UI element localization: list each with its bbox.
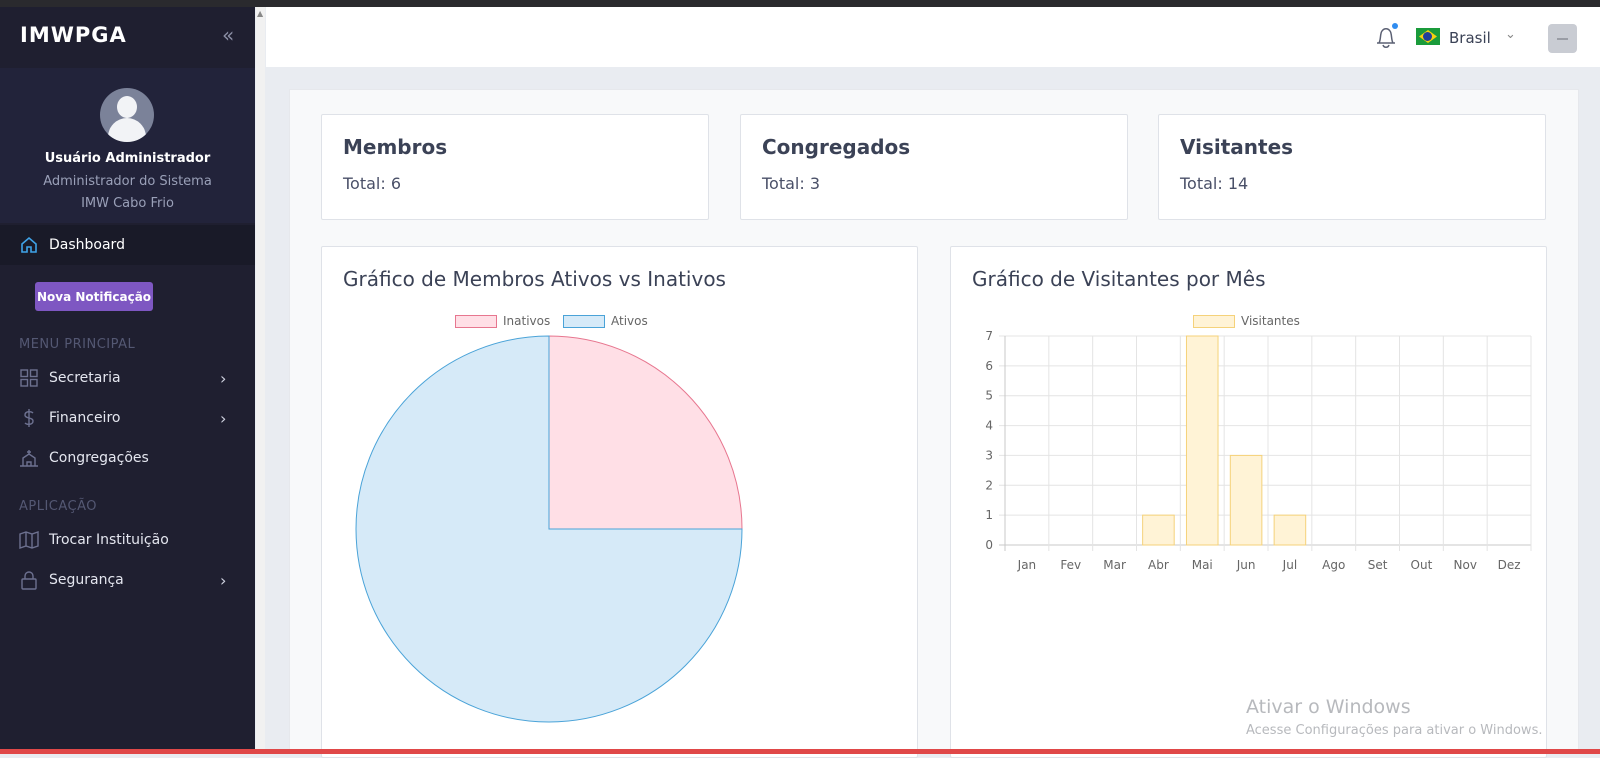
top-header: [266, 7, 1600, 67]
home-icon: [21, 236, 37, 253]
section-application: APLICAÇÃO: [19, 499, 98, 514]
sidebar-item-congregacoes[interactable]: Congregações: [0, 440, 255, 476]
stat-card-membros: Membros Total: 6: [321, 114, 709, 220]
scrollbar[interactable]: ▲: [256, 7, 265, 749]
x-tick-label: Dez: [1498, 558, 1521, 572]
notification-dot: [1392, 23, 1398, 29]
chart-title: Gráfico de Membros Ativos vs Inativos: [343, 267, 726, 291]
dollar-icon: [24, 409, 34, 427]
user-menu-button[interactable]: [1548, 24, 1577, 53]
x-tick-label: Abr: [1148, 558, 1169, 572]
sidebar-item-label: Segurança: [49, 572, 124, 588]
legend-label: Inativos: [503, 314, 551, 328]
card-total: Total: 14: [1180, 174, 1249, 193]
chevron-right-icon: ›: [220, 408, 227, 428]
main-content: Membros Total: 6 Congregados Total: 3 Vi…: [289, 89, 1579, 758]
x-tick-label: Fev: [1060, 558, 1081, 572]
pie-chart-panel: Gráfico de Membros Ativos vs Inativos In…: [321, 246, 918, 758]
section-main-menu: MENU PRINCIPAL: [19, 337, 136, 352]
sidebar-item-trocar-instituicao[interactable]: Trocar Instituição: [0, 522, 255, 558]
chart-title: Gráfico de Visitantes por Mês: [972, 267, 1266, 291]
x-tick-label: Jan: [1017, 558, 1036, 572]
y-tick-label: 2: [985, 478, 993, 492]
user-name: Usuário Administrador: [44, 151, 211, 166]
x-tick-label: Jul: [1282, 558, 1297, 572]
chevron-down-icon[interactable]: ⌄: [1505, 27, 1516, 42]
grid-icon: [20, 369, 38, 387]
y-tick-label: 7: [985, 331, 993, 343]
y-tick-label: 4: [985, 419, 993, 433]
sidebar-item-financeiro[interactable]: Financeiro ›: [0, 400, 255, 436]
card-title: Visitantes: [1180, 135, 1294, 159]
bar-mai[interactable]: [1185, 335, 1219, 546]
legend-swatch: [455, 314, 497, 328]
avatar: [100, 88, 154, 142]
map-icon: [19, 531, 39, 549]
card-title: Membros: [343, 135, 448, 159]
country-selector[interactable]: Brasil: [1449, 29, 1491, 47]
y-tick-label: 6: [985, 359, 993, 373]
card-total: Total: 6: [343, 174, 402, 193]
legend-swatch: [1193, 314, 1235, 328]
x-tick-label: Jun: [1236, 558, 1256, 572]
stat-card-visitantes: Visitantes Total: 14: [1158, 114, 1546, 220]
sidebar-item-seguranca[interactable]: Segurança ›: [0, 562, 255, 598]
pie-chart: [355, 335, 743, 723]
bar-chart: 0 1 2 3 4 5 6 7 Jan Fev Mar Abr Mai Jun Jul Ago Set Out No…: [985, 331, 1532, 572]
legend-item-visitantes[interactable]: Visitantes: [1193, 314, 1300, 328]
bar-abr[interactable]: [1142, 514, 1175, 546]
stat-card-congregados: Congregados Total: 3: [740, 114, 1128, 220]
brand-logo[interactable]: IMWPGA: [20, 23, 127, 47]
user-church: IMW Cabo Frio: [81, 196, 174, 211]
windows-activation-title: Ativar o Windows: [1246, 696, 1411, 718]
user-profile: Usuário Administrador Administrador do S…: [0, 68, 255, 223]
legend-label: Ativos: [611, 314, 648, 328]
window-bottom-edge: [0, 749, 1600, 754]
church-icon: [20, 450, 38, 467]
bar-jul[interactable]: [1273, 514, 1307, 546]
sidebar: IMWPGA « Usuário Administrador Administr…: [0, 7, 255, 749]
y-tick-label: 5: [985, 389, 993, 403]
chevron-right-icon: ›: [220, 368, 227, 388]
sidebar-item-label: Congregações: [49, 450, 149, 466]
sidebar-item-label: Financeiro: [49, 410, 121, 426]
sidebar-item-secretaria[interactable]: Secretaria ›: [0, 360, 255, 396]
legend-item-ativos[interactable]: Ativos: [563, 314, 648, 328]
legend-swatch: [563, 314, 605, 328]
y-tick-label: 1: [985, 508, 993, 522]
pie-slice-inativos[interactable]: [548, 335, 743, 530]
y-tick-label: 0: [985, 538, 993, 552]
collapse-sidebar-icon[interactable]: «: [222, 23, 234, 47]
scroll-up-arrow-icon[interactable]: ▲: [257, 9, 263, 18]
legend-item-inativos[interactable]: Inativos: [455, 314, 550, 328]
x-tick-label: Mai: [1192, 558, 1213, 572]
new-notification-button[interactable]: Nova Notificação: [35, 282, 153, 311]
window-top-edge: [0, 0, 1600, 7]
bar-chart-panel: Gráfico de Visitantes por Mês Visitantes…: [950, 246, 1547, 758]
windows-activation-text: Acesse Configurações para ativar o Windo…: [1246, 723, 1543, 738]
sidebar-item-label: Trocar Instituição: [49, 532, 169, 548]
y-tick-label: 3: [985, 448, 993, 462]
card-title: Congregados: [762, 135, 911, 159]
x-tick-label: Nov: [1454, 558, 1477, 572]
x-tick-label: Out: [1411, 558, 1433, 572]
user-role: Administrador do Sistema: [43, 174, 212, 189]
lock-icon: [21, 571, 37, 590]
chevron-right-icon: ›: [220, 570, 227, 590]
card-total: Total: 3: [762, 174, 821, 193]
x-tick-label: Set: [1368, 558, 1388, 572]
legend-label: Visitantes: [1241, 314, 1300, 328]
sidebar-item-label: Dashboard: [49, 237, 125, 253]
x-tick-label: Ago: [1322, 558, 1345, 572]
sidebar-item-dashboard[interactable]: Dashboard: [0, 227, 255, 263]
x-tick-label: Mar: [1103, 558, 1126, 572]
bar-jun[interactable]: [1229, 454, 1263, 546]
sidebar-item-label: Secretaria: [49, 370, 121, 386]
brazil-flag-icon[interactable]: [1416, 28, 1440, 45]
